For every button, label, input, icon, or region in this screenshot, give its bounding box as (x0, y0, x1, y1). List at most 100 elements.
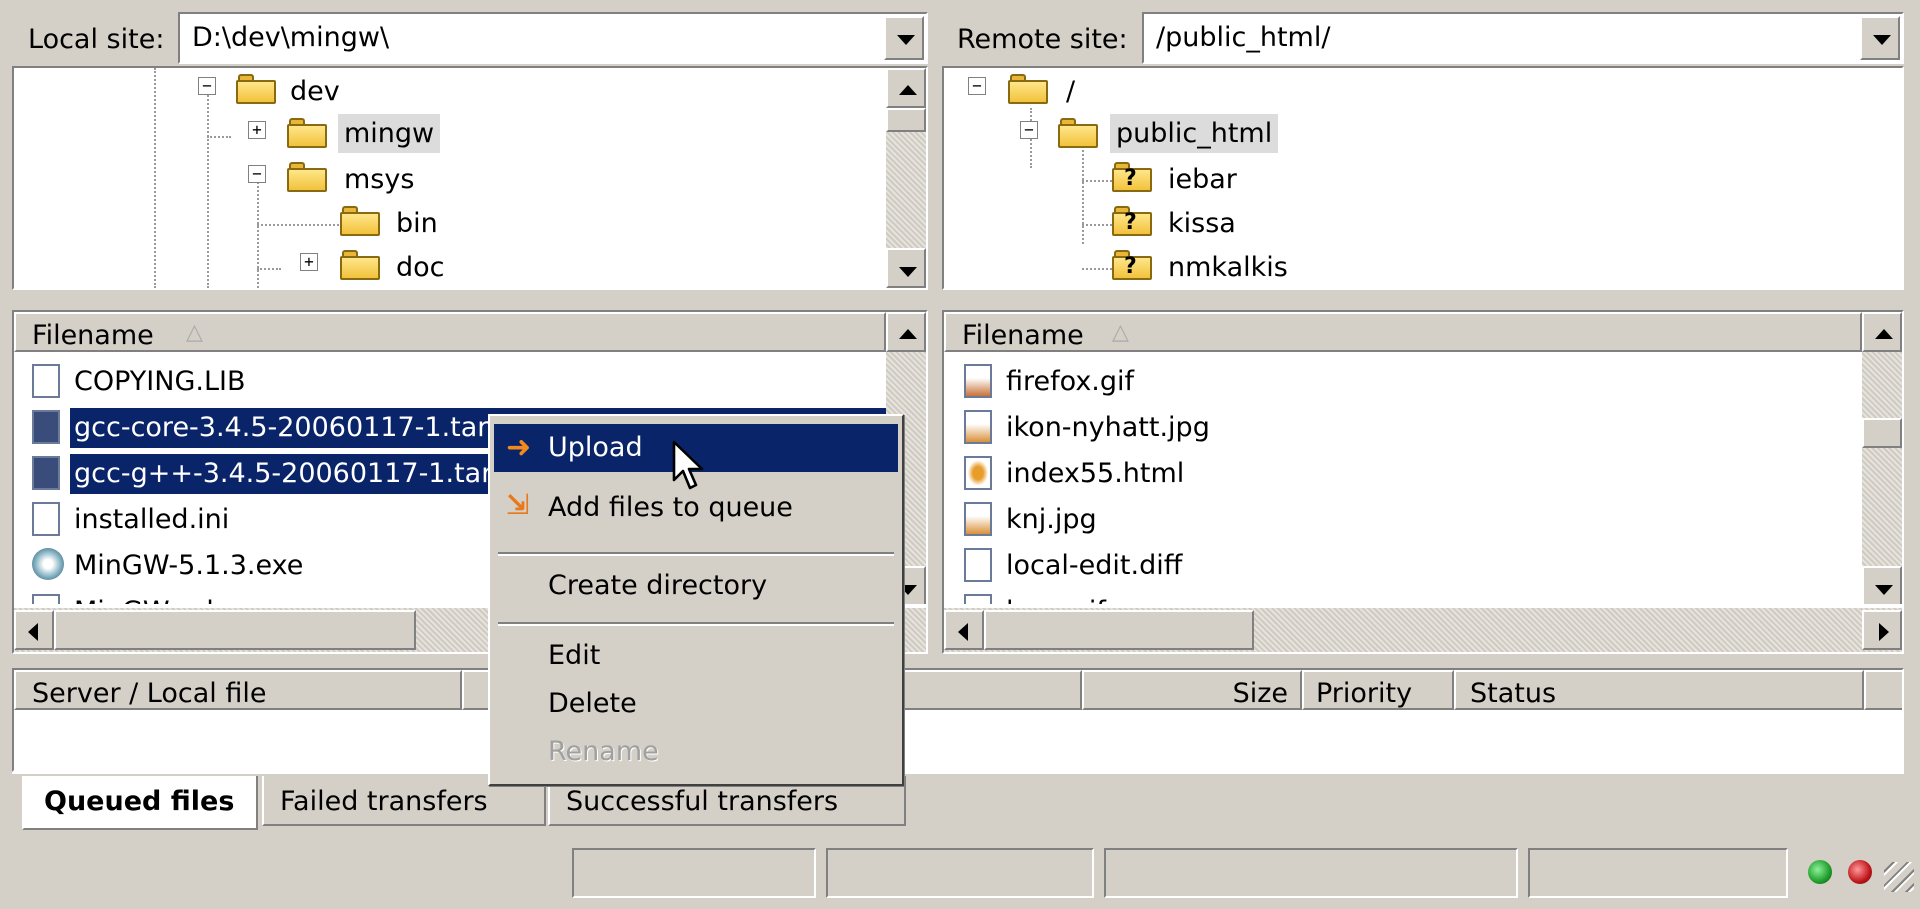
tab-queued-files[interactable]: Queued files (22, 776, 258, 830)
tree-item-public-html[interactable]: public_html (1110, 114, 1279, 153)
settings-file-icon (32, 502, 60, 536)
tree-item-doc[interactable]: doc (396, 252, 445, 283)
tree-item-kissa[interactable]: kissa (1168, 208, 1236, 239)
scroll-up-button[interactable] (886, 312, 926, 352)
remote-site-label: Remote site: (957, 24, 1128, 55)
text-file-icon (32, 364, 60, 398)
tree-collapse-toggle[interactable]: − (198, 77, 216, 95)
scroll-thumb[interactable] (886, 108, 926, 132)
tree-collapse-toggle[interactable]: − (1020, 121, 1038, 139)
scroll-down-button[interactable] (886, 248, 926, 288)
tree-item-iebar[interactable]: iebar (1168, 164, 1237, 195)
remote-file-row[interactable]: index55.html (1006, 458, 1184, 489)
queue-column-size[interactable]: Size (1082, 670, 1302, 710)
folder-icon (287, 162, 327, 192)
remote-path-value[interactable]: /public_html/ (1156, 22, 1330, 53)
hscroll-thumb[interactable] (54, 610, 416, 650)
chevron-down-icon (899, 267, 917, 277)
scroll-left-button[interactable] (944, 610, 984, 650)
resize-grip-icon[interactable] (1884, 862, 1914, 892)
text-file-icon (964, 548, 992, 582)
chevron-left-icon (28, 623, 38, 641)
local-file-row-selected[interactable]: gcc-g++-3.4.5-20060117-1.tar (74, 458, 492, 489)
filename-header-label: Filename (962, 320, 1084, 351)
tab-label: Queued files (44, 786, 235, 817)
queue-column-priority[interactable]: Priority (1302, 670, 1454, 710)
tree-expand-toggle[interactable]: + (248, 121, 266, 139)
unknown-folder-icon: ? (1112, 250, 1152, 280)
menu-item-create-directory[interactable]: Create directory (494, 562, 898, 610)
queue-column-label: Server / Local file (32, 678, 267, 709)
menu-separator (498, 552, 894, 556)
status-bar-pane (572, 848, 816, 898)
remote-path-dropdown-button[interactable] (1860, 16, 1900, 60)
tree-collapse-toggle[interactable]: − (968, 77, 986, 95)
menu-item-label: Create directory (548, 570, 768, 601)
archive-file-icon (32, 456, 60, 490)
scroll-up-button[interactable] (886, 68, 926, 108)
menu-item-label: Delete (548, 688, 637, 719)
tree-item-nmkalkis[interactable]: nmkalkis (1168, 252, 1288, 283)
local-tree-view[interactable]: − dev + mingw − msys bin + doc (12, 66, 928, 290)
local-path-combo[interactable]: D:\dev\mingw\ (178, 12, 928, 64)
queue-column-status[interactable]: Status (1454, 670, 1864, 710)
local-file-row[interactable]: installed.ini (74, 504, 229, 535)
chevron-down-icon (1875, 585, 1893, 595)
remote-file-row[interactable]: local-edit.diff (1006, 550, 1182, 581)
scroll-down-button[interactable] (1862, 566, 1902, 606)
queue-column-label: Size (1232, 678, 1288, 709)
archive-file-icon (32, 410, 60, 444)
unknown-folder-icon: ? (1112, 162, 1152, 192)
transfer-queue-list[interactable]: Server / Local file Size Priority Status (12, 668, 1904, 772)
local-filename-column-header[interactable]: Filename △ (14, 312, 886, 352)
queue-column-server-local-file[interactable]: Server / Local file (14, 670, 462, 710)
chevron-up-icon (899, 85, 917, 95)
remote-list-vscrollbar[interactable] (1862, 312, 1902, 606)
scroll-thumb[interactable] (1862, 418, 1902, 448)
local-file-row[interactable]: COPYING.LIB (74, 366, 245, 397)
queue-column-filler (1864, 670, 1902, 710)
hscroll-thumb[interactable] (984, 610, 1254, 650)
remote-tree-view[interactable]: − / − public_html ? iebar ? kissa ? nmka… (942, 66, 1904, 290)
scroll-right-button[interactable] (1862, 610, 1902, 650)
remote-path-combo[interactable]: /public_html/ (1142, 12, 1904, 64)
tree-item-dev[interactable]: dev (290, 76, 340, 107)
tree-item-msys[interactable]: msys (344, 164, 414, 195)
scroll-up-button[interactable] (1862, 312, 1902, 352)
queue-tab-strip (12, 772, 1904, 774)
local-file-row[interactable]: MinGW-5.1.3.exe (74, 550, 303, 581)
tab-label: Failed transfers (280, 786, 488, 817)
remote-filename-column-header[interactable]: Filename △ (944, 312, 1862, 352)
tree-collapse-toggle[interactable]: − (248, 165, 266, 183)
scroll-left-button[interactable] (14, 610, 54, 650)
menu-item-edit[interactable]: Edit (494, 632, 898, 680)
remote-file-row[interactable]: knj.jpg (1006, 504, 1097, 535)
menu-item-label: Rename (548, 736, 659, 767)
tab-label: Successful transfers (566, 786, 839, 817)
image-file-icon (964, 364, 992, 398)
remote-file-list[interactable]: Filename △ firefox.gif ikon-nyhatt.jpg i… (942, 310, 1904, 654)
remote-file-row[interactable]: firefox.gif (1006, 366, 1134, 397)
tree-expand-toggle[interactable]: + (300, 253, 318, 271)
remote-file-row[interactable]: ikon-nyhatt.jpg (1006, 412, 1210, 443)
local-path-value[interactable]: D:\dev\mingw\ (192, 22, 389, 53)
chevron-down-icon (1873, 35, 1891, 45)
add-queue-icon: ⇲ (506, 488, 530, 521)
unknown-folder-icon: ? (1112, 206, 1152, 236)
sort-ascending-icon: △ (1112, 320, 1129, 345)
tree-item-bin[interactable]: bin (396, 208, 438, 239)
status-bar-pane (1104, 848, 1518, 898)
local-file-row-selected[interactable]: gcc-core-3.4.5-20060117-1.tar (74, 412, 488, 443)
tree-item-root[interactable]: / (1066, 76, 1075, 107)
local-path-dropdown-button[interactable] (884, 16, 924, 60)
filename-header-label: Filename (32, 320, 154, 351)
local-site-label: Local site: (28, 24, 165, 55)
menu-item-delete[interactable]: Delete (494, 680, 898, 728)
mouse-cursor-icon (672, 440, 704, 490)
folder-icon (287, 118, 327, 148)
menu-separator (498, 622, 894, 626)
tree-item-mingw[interactable]: mingw (338, 114, 441, 153)
menu-item-label: Add files to queue (548, 492, 793, 523)
folder-icon (236, 74, 276, 104)
chevron-left-icon (958, 623, 968, 641)
